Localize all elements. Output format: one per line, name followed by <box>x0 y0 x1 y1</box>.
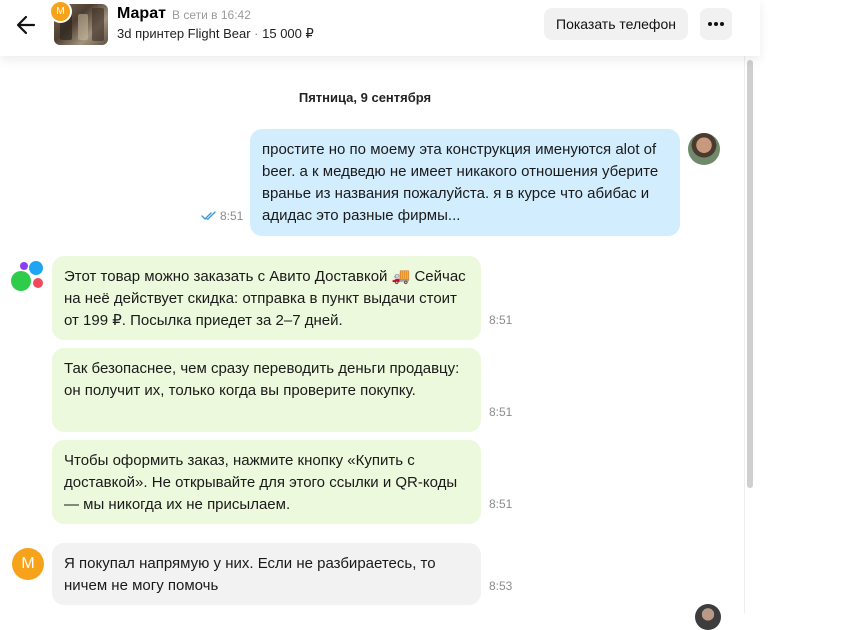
item-title: 3d принтер Flight Bear <box>117 26 251 41</box>
avito-logo-icon <box>11 261 43 291</box>
message-time: 8:51 <box>489 313 513 327</box>
message-outgoing: простите но по моему эта конструкция име… <box>250 129 680 236</box>
item-price: 15 000 ₽ <box>262 26 314 41</box>
message-time: 8:53 <box>489 579 513 593</box>
seller-avatar: M <box>12 548 44 580</box>
message-incoming: Я покупал напрямую у них. Если не разбир… <box>52 543 481 605</box>
read-check-icon <box>201 211 216 220</box>
user-avatar <box>688 133 720 165</box>
message-time: 8:51 <box>489 405 513 419</box>
contact-name[interactable]: Марат <box>117 5 166 23</box>
more-horizontal-icon <box>708 22 724 26</box>
message-system: Чтобы оформить заказ, нажмите кнопку «Ку… <box>52 440 481 524</box>
online-status: В сети в 16:42 <box>172 8 251 22</box>
chat-header: M Марат В сети в 16:42 3d принтер Flight… <box>0 0 760 56</box>
item-info[interactable]: 3d принтер Flight Bear · 15 000 ₽ <box>117 26 314 42</box>
scrollbar-thumb[interactable] <box>747 60 753 488</box>
message-system: Этот товар можно заказать с Авито Достав… <box>52 256 481 340</box>
user-avatar <box>695 604 721 630</box>
arrow-left-icon <box>16 15 36 35</box>
show-phone-button[interactable]: Показать телефон <box>544 8 688 40</box>
message-time: 8:51 <box>220 209 244 223</box>
message-system: Так безопаснее, чем сразу переводить ден… <box>52 348 481 432</box>
contact-mini-avatar: M <box>49 0 72 23</box>
item-separator: · <box>254 26 259 41</box>
message-time: 8:51 <box>489 497 513 511</box>
back-button[interactable] <box>12 10 42 40</box>
date-separator: Пятница, 9 сентября <box>298 90 432 105</box>
more-button[interactable] <box>700 8 732 40</box>
